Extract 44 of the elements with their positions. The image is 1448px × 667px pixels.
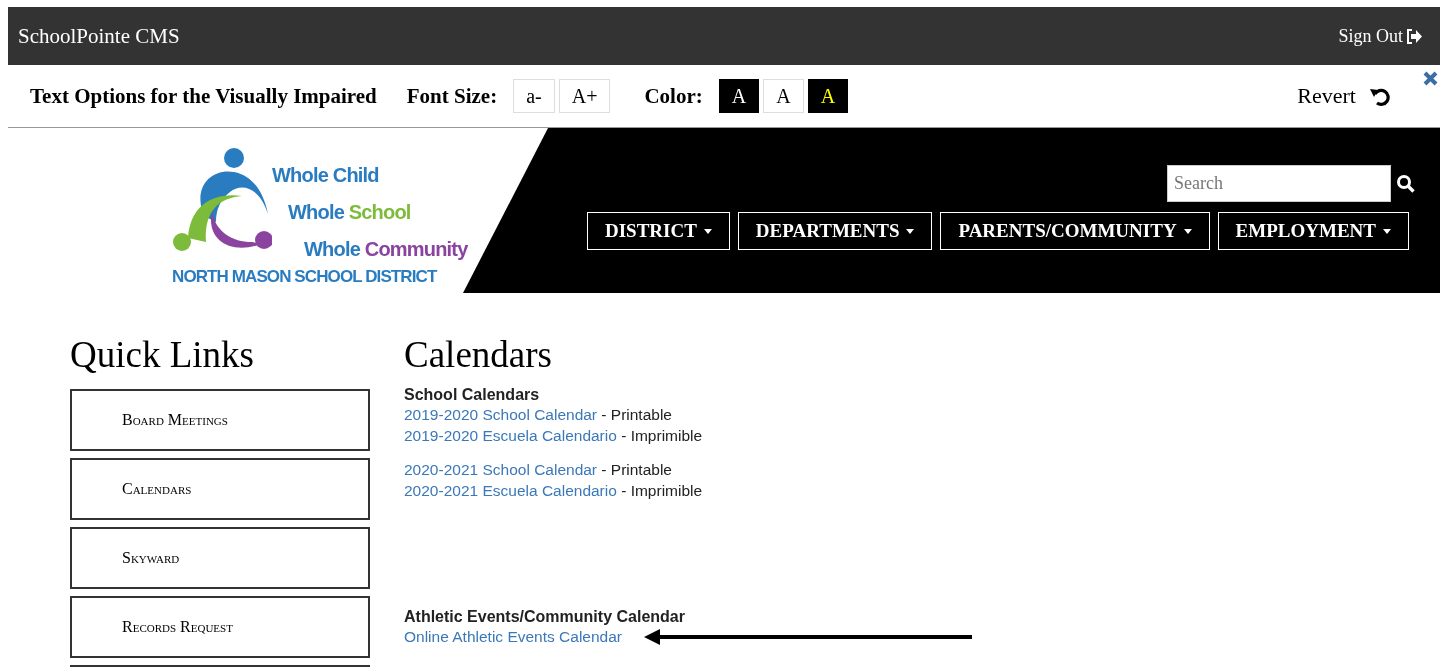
- link-note: - Printable: [600, 405, 672, 425]
- sign-out-icon: [1406, 28, 1422, 44]
- font-size-button[interactable]: A+: [558, 79, 611, 113]
- close-icon[interactable]: [1423, 71, 1438, 86]
- section-heading: Quick Links: [70, 333, 255, 377]
- caret-icon: [1383, 228, 1391, 234]
- quick-link-button[interactable]: Skyward: [70, 527, 370, 589]
- link-note: - Printable: [600, 460, 672, 480]
- calendar-link[interactable]: 2019-2020 Escuela Calendario: [404, 425, 617, 446]
- logo-tagline: Whole Community: [303, 238, 468, 261]
- font-size-label: Font Size:: [406, 83, 498, 109]
- nav-menu-button[interactable]: DISTRICT: [586, 212, 730, 250]
- app-title: SchoolPointe CMS: [18, 23, 180, 49]
- revert-button[interactable]: Revert: [1297, 79, 1390, 113]
- nav-menu-button[interactable]: PARENTS/COMMUNITY: [940, 212, 1210, 250]
- calendar-link[interactable]: 2019-2020 School Calendar: [404, 405, 598, 426]
- quick-link-button[interactable]: Records Request: [70, 596, 370, 658]
- page-heading: Calendars: [404, 333, 553, 377]
- nav-menu-button[interactable]: EMPLOYMENT: [1217, 212, 1409, 250]
- caret-icon: [1183, 228, 1192, 234]
- search-icon[interactable]: [1397, 174, 1415, 193]
- subheading: Athletic Events/Community Calendar: [404, 607, 686, 627]
- caret-icon: [906, 228, 915, 234]
- calendar-link[interactable]: Online Athletic Events Calendar: [404, 627, 622, 648]
- color-label: Color:: [644, 83, 703, 109]
- logo-tagline: Whole School: [287, 201, 412, 224]
- font-size-button[interactable]: a-: [513, 79, 555, 113]
- subheading: School Calendars: [404, 385, 541, 405]
- quick-link-button[interactable]: Board Meetings: [70, 389, 370, 451]
- color-option-button[interactable]: A: [763, 79, 804, 113]
- logo-tagline: Whole Child: [272, 164, 380, 187]
- calendar-link[interactable]: 2020-2021 Escuela Calendario: [404, 480, 617, 501]
- district-name: NORTH MASON SCHOOL DISTRICT: [172, 267, 438, 287]
- link-note: - Imprimible: [620, 425, 703, 446]
- calendar-link[interactable]: 2020-2021 School Calendar: [404, 460, 598, 481]
- quick-link-button[interactable]: Calendars: [70, 458, 370, 520]
- sign-out-link[interactable]: Sign Out: [1338, 25, 1422, 47]
- toolbar-title: Text Options for the Visually Impaired: [30, 83, 377, 109]
- nav-menu-button[interactable]: DEPARTMENTS: [737, 212, 933, 250]
- caret-icon: [703, 228, 712, 234]
- color-option-button[interactable]: A: [718, 79, 760, 113]
- link-note: - Imprimible: [620, 480, 703, 501]
- search-field[interactable]: Search: [1167, 165, 1391, 202]
- color-option-button[interactable]: A: [807, 79, 849, 113]
